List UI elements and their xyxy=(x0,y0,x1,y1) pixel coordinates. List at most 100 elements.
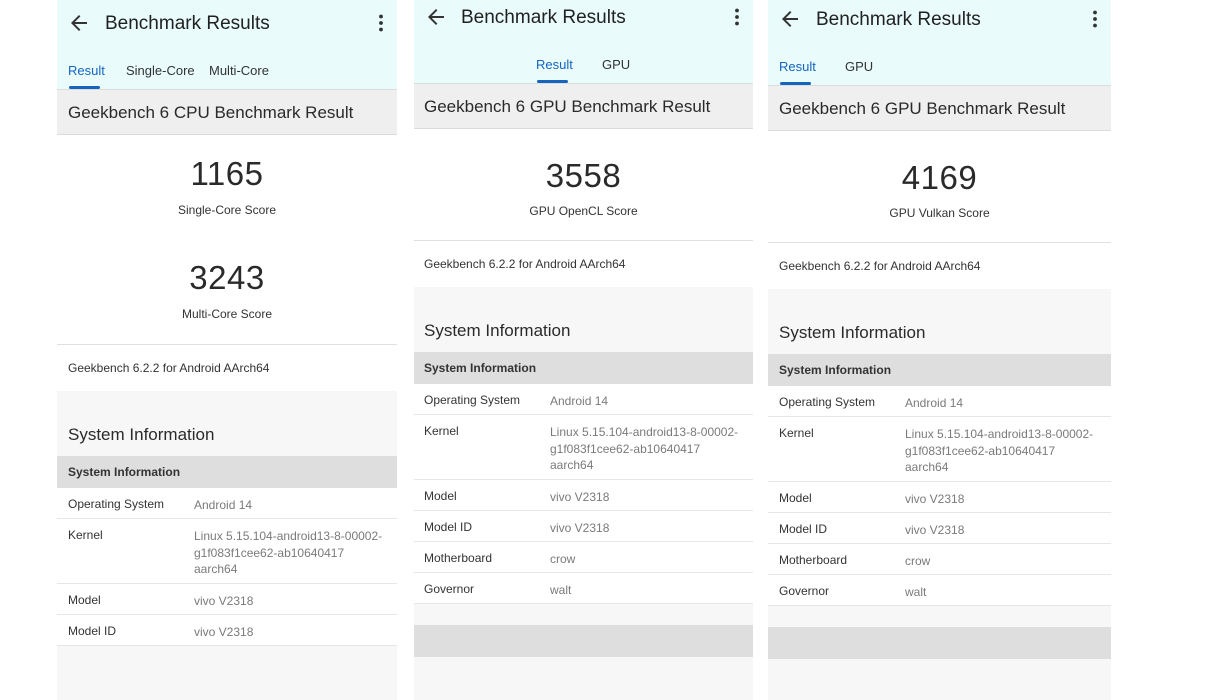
table-row: Motherboard crow xyxy=(768,544,1111,575)
multi-core-score-label: Multi-Core Score xyxy=(181,307,273,321)
result-title: Geekbench 6 GPU Benchmark Result xyxy=(424,97,711,116)
gpu-opencl-score: 3558 xyxy=(545,157,622,194)
row-key: Model ID xyxy=(779,522,828,536)
table-row: Model vivo V2318 xyxy=(57,584,397,615)
table-row: Operating System Android 14 xyxy=(768,386,1111,417)
row-value: Linux 5.15.104-android13-8-00002-g1f083f… xyxy=(550,425,739,472)
row-key: Model xyxy=(68,593,101,607)
table-row: Kernel Linux 5.15.104-android13-8-00002-… xyxy=(768,417,1111,482)
row-value: vivo V2318 xyxy=(194,625,254,639)
table-row: Kernel Linux 5.15.104-android13-8-00002-… xyxy=(57,519,397,584)
gpu-vulkan-score: 4169 xyxy=(901,159,978,196)
result-title: Geekbench 6 CPU Benchmark Result xyxy=(68,103,354,122)
gpu-opencl-score-label: GPU OpenCL Score xyxy=(529,204,638,218)
more-vert-icon[interactable] xyxy=(725,5,749,29)
multi-core-score: 3243 xyxy=(189,259,265,296)
row-value: vivo V2318 xyxy=(905,492,965,506)
tab-result[interactable]: Result xyxy=(68,63,105,78)
app-bar: Benchmark Results Result GPU xyxy=(768,0,1111,86)
system-information-table-header: System Information xyxy=(57,456,397,488)
result-title-header: Geekbench 6 CPU Benchmark Result xyxy=(57,89,397,135)
table-row: Model ID vivo V2318 xyxy=(57,615,397,646)
tab-result[interactable]: Result xyxy=(536,57,573,72)
version-text: Geekbench 6.2.2 for Android AArch64 xyxy=(779,259,981,273)
table-row: Motherboard crow xyxy=(414,542,753,573)
divider xyxy=(768,242,1111,243)
table-row: Kernel Linux 5.15.104-android13-8-00002-… xyxy=(414,415,753,480)
row-value: Android 14 xyxy=(194,498,253,512)
tab-gpu[interactable]: GPU xyxy=(845,59,873,74)
row-key: Kernel xyxy=(68,528,103,542)
row-key: Kernel xyxy=(779,426,814,440)
table-row: Model vivo V2318 xyxy=(414,480,753,511)
row-key: Operating System xyxy=(424,393,521,407)
row-value: crow xyxy=(550,552,576,566)
row-key: Governor xyxy=(424,582,475,596)
row-key: Operating System xyxy=(68,497,165,511)
single-core-score: 1165 xyxy=(190,155,264,192)
table-header-label: System Information xyxy=(68,465,181,479)
appbar-title: Benchmark Results xyxy=(461,7,626,28)
system-information-title: System Information xyxy=(779,323,926,342)
row-value: crow xyxy=(905,554,931,568)
more-vert-icon[interactable] xyxy=(369,11,393,35)
row-value: Android 14 xyxy=(905,396,964,410)
appbar-title: Benchmark Results xyxy=(816,9,981,30)
row-value: vivo V2318 xyxy=(905,523,965,537)
more-vert-icon[interactable] xyxy=(1083,7,1107,31)
gpu-vulkan-score-label: GPU Vulkan Score xyxy=(889,206,990,220)
gpu-vulkan-result-screen: Benchmark Results Result GPU Geekbench 6… xyxy=(768,0,1111,700)
row-key: Model xyxy=(424,489,457,503)
row-key: Kernel xyxy=(424,424,459,438)
table-row: Model vivo V2318 xyxy=(768,482,1111,513)
scores-panel: 1165 Single-Core Score 3243 Multi-Core S… xyxy=(57,135,397,391)
table-row: Operating System Android 14 xyxy=(414,384,753,415)
system-information-title: System Information xyxy=(68,425,215,444)
row-value: vivo V2318 xyxy=(550,521,610,535)
app-bar: Benchmark Results Result Single-Core Mul… xyxy=(57,0,397,90)
tab-single-core[interactable]: Single-Core xyxy=(126,63,195,78)
next-section-header-partial xyxy=(768,627,1111,659)
divider xyxy=(414,240,753,241)
arrow-back-icon[interactable] xyxy=(67,11,91,35)
arrow-back-icon[interactable] xyxy=(424,5,448,29)
system-information-table-header: System Information xyxy=(414,352,753,384)
table-header-label: System Information xyxy=(779,363,892,377)
arrow-back-icon[interactable] xyxy=(778,7,802,31)
row-key: Motherboard xyxy=(779,553,848,567)
row-key: Model ID xyxy=(68,624,117,638)
row-key: Motherboard xyxy=(424,551,493,565)
result-title-header: Geekbench 6 GPU Benchmark Result xyxy=(768,85,1111,131)
tab-result[interactable]: Result xyxy=(779,59,816,74)
single-core-score-label: Single-Core Score xyxy=(177,203,277,217)
table-row: Model ID vivo V2318 xyxy=(414,511,753,542)
system-information-table-header: System Information xyxy=(768,354,1111,386)
appbar-title: Benchmark Results xyxy=(105,13,270,34)
version-text: Geekbench 6.2.2 for Android AArch64 xyxy=(424,257,626,271)
row-value: vivo V2318 xyxy=(194,594,254,608)
version-text: Geekbench 6.2.2 for Android AArch64 xyxy=(68,361,270,375)
cpu-result-screen: Benchmark Results Result Single-Core Mul… xyxy=(57,0,397,700)
table-row: Governor walt xyxy=(414,573,753,604)
divider xyxy=(57,344,397,345)
next-section-header-partial xyxy=(414,625,753,657)
tab-gpu[interactable]: GPU xyxy=(602,57,630,72)
result-title: Geekbench 6 GPU Benchmark Result xyxy=(779,99,1066,118)
gpu-opencl-result-screen: Benchmark Results Result GPU Geekbench 6… xyxy=(414,0,753,700)
row-value: walt xyxy=(550,583,572,597)
row-key: Operating System xyxy=(779,395,876,409)
result-title-header: Geekbench 6 GPU Benchmark Result xyxy=(414,83,753,129)
row-value: Linux 5.15.104-android13-8-00002-g1f083f… xyxy=(194,529,383,576)
row-key: Governor xyxy=(779,584,830,598)
row-key: Model ID xyxy=(424,520,473,534)
system-information-title: System Information xyxy=(424,321,571,340)
row-value: Linux 5.15.104-android13-8-00002-g1f083f… xyxy=(905,427,1094,474)
app-bar: Benchmark Results Result GPU xyxy=(414,0,753,84)
table-row: Operating System Android 14 xyxy=(57,488,397,519)
row-key: Model xyxy=(779,491,812,505)
scores-panel: 3558 GPU OpenCL Score Geekbench 6.2.2 fo… xyxy=(414,129,753,287)
tab-multi-core[interactable]: Multi-Core xyxy=(209,63,269,78)
scores-panel: 4169 GPU Vulkan Score Geekbench 6.2.2 fo… xyxy=(768,131,1111,289)
row-value: walt xyxy=(905,585,927,599)
table-header-label: System Information xyxy=(424,361,537,375)
